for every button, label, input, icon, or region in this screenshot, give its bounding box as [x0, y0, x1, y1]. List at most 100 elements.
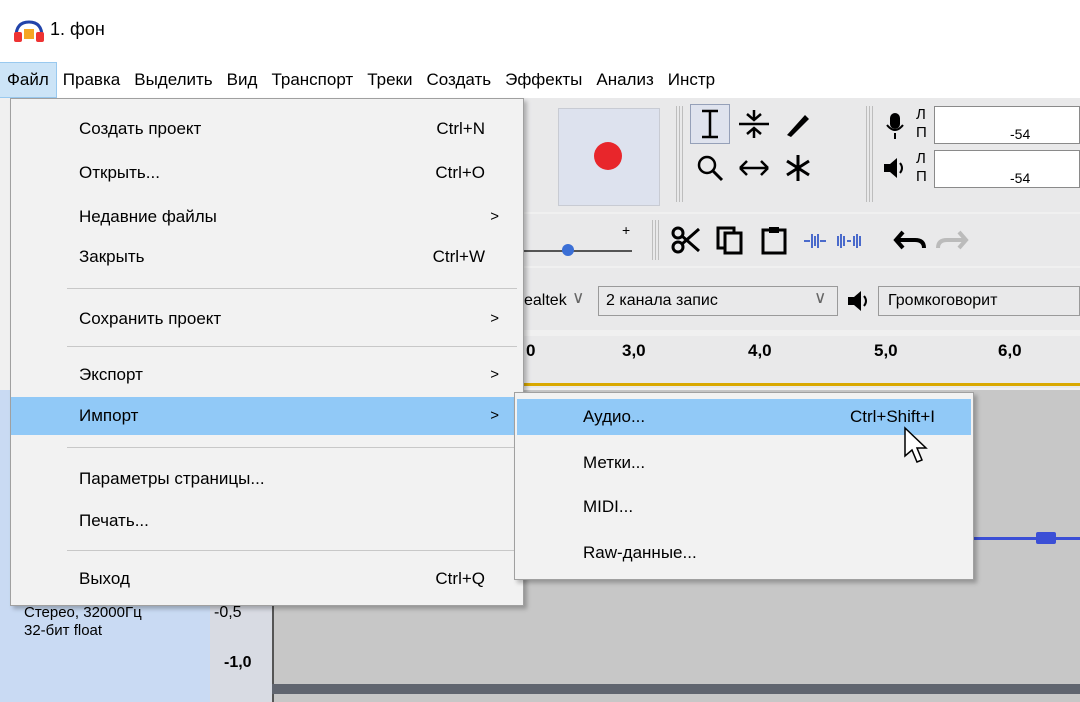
draw-tool-icon[interactable]: [778, 104, 818, 144]
menu-effects[interactable]: Эффекты: [498, 63, 589, 97]
mouse-cursor-icon: [904, 426, 928, 463]
channels-select-value: 2 канала запис: [606, 292, 718, 309]
submenu-arrow-icon: >: [490, 310, 499, 327]
menu-view[interactable]: Вид: [220, 63, 265, 97]
record-meter[interactable]: [934, 106, 1080, 144]
menu-select[interactable]: Выделить: [127, 63, 219, 97]
scale-label: -0,5: [214, 604, 242, 621]
envelope-tool-icon[interactable]: [734, 104, 774, 144]
trim-icon[interactable]: [800, 226, 830, 256]
timeline-tick: 5,0: [874, 341, 898, 360]
menu-item-label: Открыть...: [79, 163, 160, 182]
menu-item-new-project[interactable]: Создать проект Ctrl+N: [13, 111, 521, 147]
redo-icon[interactable]: [932, 222, 972, 258]
menu-tools[interactable]: Инстр: [661, 63, 722, 97]
menu-item-print[interactable]: Печать...: [13, 503, 521, 539]
menu-item-import-midi[interactable]: MIDI...: [517, 489, 971, 525]
menu-item-label: Метки...: [583, 453, 646, 472]
meter-right-label: П: [916, 124, 927, 141]
submenu-arrow-icon: >: [490, 208, 499, 225]
slider-thumb[interactable]: [562, 244, 574, 256]
cut-icon[interactable]: [666, 220, 706, 260]
menu-item-open[interactable]: Открыть... Ctrl+O: [13, 155, 521, 191]
menu-item-label: Выход: [79, 569, 130, 588]
menu-analyze[interactable]: Анализ: [589, 63, 660, 97]
file-menu: Создать проект Ctrl+N Открыть... Ctrl+O …: [10, 98, 524, 606]
track-separator: [272, 684, 1080, 694]
menu-transport[interactable]: Транспорт: [264, 63, 360, 97]
menu-item-label: Импорт: [79, 406, 139, 425]
microphone-icon[interactable]: [880, 108, 910, 144]
menu-item-label: Печать...: [79, 511, 149, 530]
menu-item-shortcut: Ctrl+W: [432, 247, 485, 266]
menu-item-close[interactable]: Закрыть Ctrl+W: [13, 239, 521, 275]
slider-track: [522, 250, 632, 252]
menu-file[interactable]: Файл: [0, 62, 57, 98]
edit-grip[interactable]: [652, 220, 660, 260]
window-title: 1. фон: [50, 19, 105, 39]
menu-bar: Файл Правка Выделить Вид Транспорт Треки…: [0, 62, 1080, 98]
submenu-arrow-icon: >: [490, 366, 499, 383]
submenu-arrow-icon: >: [490, 407, 499, 424]
playback-meter-value: -54: [1010, 170, 1031, 186]
output-select-value: Громкоговорит: [888, 292, 998, 309]
menu-separator: [67, 550, 517, 551]
menu-item-import[interactable]: Импорт >: [11, 397, 523, 435]
menu-tracks[interactable]: Треки: [360, 63, 419, 97]
headphones-icon: [14, 20, 44, 42]
meter-grip[interactable]: [866, 106, 874, 202]
meter-left-label: Л: [916, 106, 926, 123]
track-format: Стерео, 32000Гц: [24, 604, 142, 621]
menu-item-exit[interactable]: Выход Ctrl+Q: [13, 561, 521, 597]
undo-icon[interactable]: [890, 222, 930, 258]
menu-item-recent-files[interactable]: Недавние файлы >: [13, 199, 521, 235]
track-bitdepth: 32-бит float: [24, 622, 103, 639]
play-meter-right-label: П: [916, 168, 927, 185]
output-speaker-icon: [846, 288, 872, 314]
timeline-tick: 3,0: [622, 341, 646, 360]
slider-plus: +: [622, 222, 631, 238]
menu-item-label: Сохранить проект: [79, 309, 222, 328]
record-icon: [594, 142, 622, 170]
play-meter-left-label: Л: [916, 150, 926, 167]
menu-edit[interactable]: Правка: [56, 63, 127, 97]
timeline-indicator-line: [522, 383, 1080, 386]
host-select[interactable]: ealtek: [524, 292, 567, 310]
timeline-tick: 6,0: [998, 341, 1022, 360]
zoom-tool-icon[interactable]: [690, 148, 730, 188]
menu-item-save-project[interactable]: Сохранить проект >: [13, 301, 521, 337]
menu-item-export[interactable]: Экспорт >: [13, 357, 521, 393]
import-submenu: Аудио... Ctrl+Shift+I Метки... MIDI... R…: [514, 392, 974, 580]
multi-tool-icon[interactable]: [778, 148, 818, 188]
menu-item-page-setup[interactable]: Параметры страницы...: [13, 461, 521, 497]
copy-icon[interactable]: [710, 220, 750, 260]
record-meter-value: -54: [1010, 126, 1031, 142]
menu-item-label: Аудио...: [583, 407, 646, 426]
menu-item-shortcut: Ctrl+Q: [435, 569, 485, 588]
menu-item-label: MIDI...: [583, 497, 634, 516]
menu-item-import-raw[interactable]: Raw-данные...: [517, 535, 971, 571]
menu-item-label: Закрыть: [79, 247, 145, 266]
menu-item-label: Raw-данные...: [583, 543, 697, 562]
menu-separator: [67, 447, 517, 448]
timeline-ruler[interactable]: [522, 336, 1080, 388]
title-bar: 1. фон: [0, 0, 1080, 62]
menu-item-label: Недавние файлы: [79, 207, 217, 226]
menu-generate[interactable]: Создать: [419, 63, 498, 97]
menu-item-shortcut: Ctrl+N: [436, 119, 485, 138]
silence-icon[interactable]: [834, 226, 864, 256]
playback-meter[interactable]: [934, 150, 1080, 188]
speaker-icon[interactable]: [880, 150, 910, 186]
menu-separator: [67, 288, 517, 289]
paste-icon[interactable]: [754, 220, 794, 260]
scale-label: -1,0: [224, 654, 252, 671]
menu-item-shortcut: Ctrl+O: [435, 163, 485, 182]
menu-item-label: Создать проект: [79, 119, 202, 138]
toolbar-grip[interactable]: [676, 106, 684, 202]
menu-item-label: Параметры страницы...: [79, 469, 265, 488]
timeshift-tool-icon[interactable]: [734, 148, 774, 188]
menu-separator: [67, 346, 517, 347]
chevron-down-icon: ∨: [572, 288, 585, 307]
selection-tool-icon[interactable]: [690, 104, 730, 144]
waveform-peak: [1036, 532, 1056, 544]
